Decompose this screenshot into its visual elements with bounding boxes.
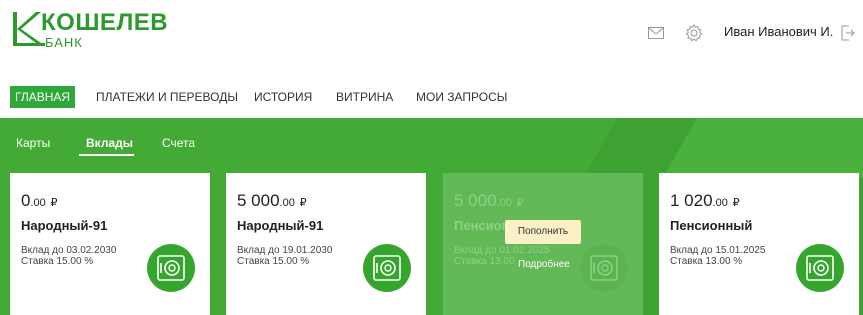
safe-icon xyxy=(580,244,628,292)
deposit-card[interactable]: 1 020.00 ₽ Пенсионный Вклад до 15.01.202… xyxy=(659,173,859,315)
bank-logo[interactable]: КОШЕЛЕВ БАНК xyxy=(10,8,190,52)
background-shape xyxy=(662,118,863,178)
safe-icon xyxy=(363,244,411,292)
deposit-name: Народный-91 xyxy=(21,218,108,233)
deposit-card[interactable]: 5 000.00 ₽ Народный-91 Вклад до 19.01.20… xyxy=(226,173,426,315)
logo-subtitle: БАНК xyxy=(45,35,83,50)
deposit-card[interactable]: 0.00 ₽ Народный-91 Вклад до 03.02.2030 С… xyxy=(10,173,210,315)
tab-accounts[interactable]: Счета xyxy=(162,136,195,150)
deposit-end-date: Вклад до 01.02.2025 xyxy=(454,245,550,256)
nav-item-my-requests[interactable]: МОИ ЗАПРОСЫ xyxy=(411,86,512,108)
deposit-end-date: Вклад до 03.02.2030 xyxy=(21,245,117,256)
deposit-rate: Ставка 15.00 % xyxy=(21,256,94,267)
logout-icon[interactable] xyxy=(839,24,857,42)
user-name[interactable]: Иван Иванович И. xyxy=(724,24,833,40)
nav-item-history[interactable]: ИСТОРИЯ xyxy=(249,86,317,108)
deposit-rate: Ставка 13.00 xyxy=(454,256,515,267)
safe-icon xyxy=(796,244,844,292)
safe-icon xyxy=(147,244,195,292)
deposit-end-date: Вклад до 19.01.2030 xyxy=(237,245,333,256)
deposit-amount: 1 020.00 ₽ xyxy=(670,191,740,210)
gear-icon[interactable] xyxy=(685,24,703,42)
nav-item-home[interactable]: ГЛАВНАЯ xyxy=(10,86,76,108)
deposit-amount: 5 000.00 ₽ xyxy=(237,191,307,210)
deposit-rate: Ставка 13.00 % xyxy=(670,256,743,267)
nav-item-showcase[interactable]: ВИТРИНА xyxy=(331,86,398,108)
deposit-amount: 0.00 ₽ xyxy=(21,191,58,210)
logo-name: КОШЕЛЕВ xyxy=(41,9,169,36)
mail-icon[interactable] xyxy=(647,24,665,42)
tab-deposits[interactable]: Вклады xyxy=(86,136,133,150)
details-link[interactable]: Подробнее xyxy=(518,259,570,271)
main-navigation: ГЛАВНАЯ ПЛАТЕЖИ И ПЕРЕВОДЫ ИСТОРИЯ ВИТРИ… xyxy=(0,86,863,110)
deposit-card-hovered[interactable]: 5 000.00 ₽ Пенсион Вклад до 01.02.2025 С… xyxy=(443,173,643,315)
tab-cards[interactable]: Карты xyxy=(16,136,50,150)
deposit-name: Народный-91 xyxy=(237,218,324,233)
active-tab-indicator xyxy=(79,154,134,156)
deposit-name: Пенсион xyxy=(454,218,510,233)
topup-button[interactable]: Пополнить xyxy=(505,220,581,244)
header: КОШЕЛЕВ БАНК Иван Иванович И. xyxy=(0,0,863,62)
deposit-rate: Ставка 15.00 % xyxy=(237,256,310,267)
nav-item-payments[interactable]: ПЛАТЕЖИ И ПЕРЕВОДЫ xyxy=(91,86,243,108)
deposit-end-date: Вклад до 15.01.2025 xyxy=(670,245,766,256)
deposit-amount: 5 000.00 ₽ xyxy=(454,191,524,210)
deposit-name: Пенсионный xyxy=(670,218,753,233)
